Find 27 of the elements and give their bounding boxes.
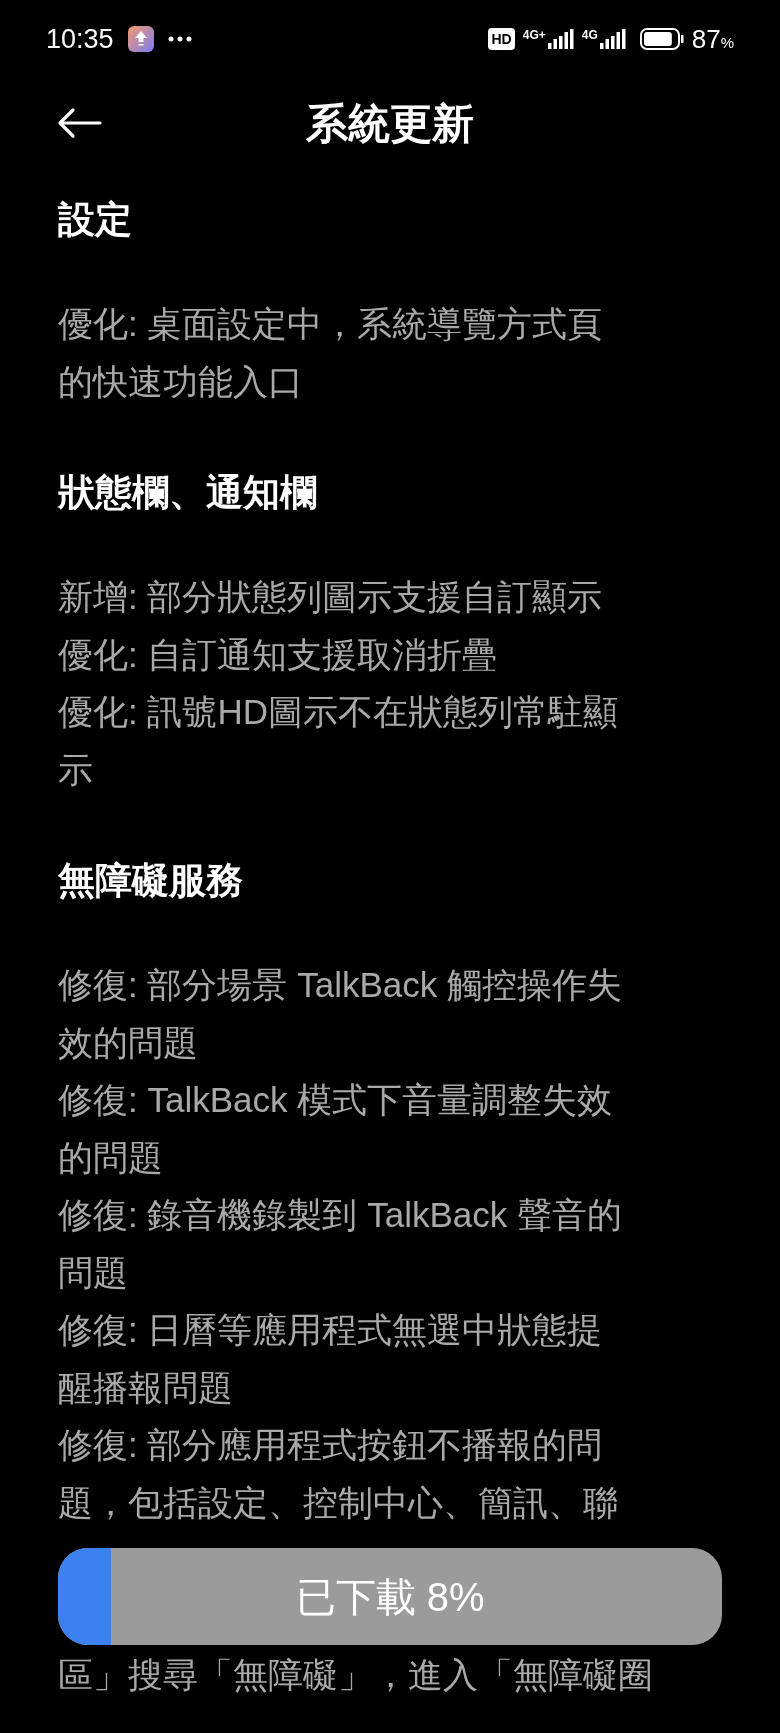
update-note: 新增: 部分狀態列圖示支援自訂顯示 (58, 576, 604, 618)
battery-icon (639, 28, 684, 50)
back-icon[interactable] (56, 107, 102, 139)
section-heading: 設定 (58, 198, 133, 242)
app-update-icon (127, 26, 154, 52)
section-heading: 狀態欄、通知欄 (58, 471, 318, 515)
status-time: 10:35 (46, 22, 114, 56)
hd-badge: HD (488, 28, 515, 50)
signal-icon (547, 29, 574, 49)
update-note: 修復: 部分應用程式按鈕不播報的問 題，包括設定、控制中心、簡訊、聯 (58, 1424, 619, 1524)
battery-unit: % (720, 33, 734, 53)
update-note: 優化: 訊號HD圖示不在狀態列常駐顯 示 (58, 691, 619, 791)
section-heading: 無障礙服務 (58, 859, 244, 903)
update-note: 優化: 桌面設定中，系統導覽方式頁 的快速功能入口 (58, 303, 604, 403)
update-note: 修復: 部分場景 TalkBack 觸控操作失 效的問題 (58, 964, 623, 1064)
battery-level: 87 (691, 22, 721, 56)
download-progress-button[interactable]: 已下載 8% (58, 1548, 722, 1645)
more-icon (167, 36, 192, 42)
page-title: 系統更新 (306, 98, 474, 149)
network-type-label: 4G (581, 29, 598, 41)
update-note: 區」搜尋「無障礙」，進入「無障礙圈 (58, 1654, 654, 1696)
signal-icon (599, 29, 626, 49)
update-note: 修復: TalkBack 模式下音量調整失效 的問題 (58, 1079, 614, 1179)
update-note: 修復: 日曆等應用程式無選中狀態提 醒播報問題 (58, 1309, 604, 1409)
network-type-label: 4G+ (522, 29, 546, 41)
update-note: 修復: 錄音機錄製到 TalkBack 聲音的 問題 (58, 1194, 623, 1294)
update-note: 優化: 自訂通知支援取消折疊 (58, 633, 499, 676)
